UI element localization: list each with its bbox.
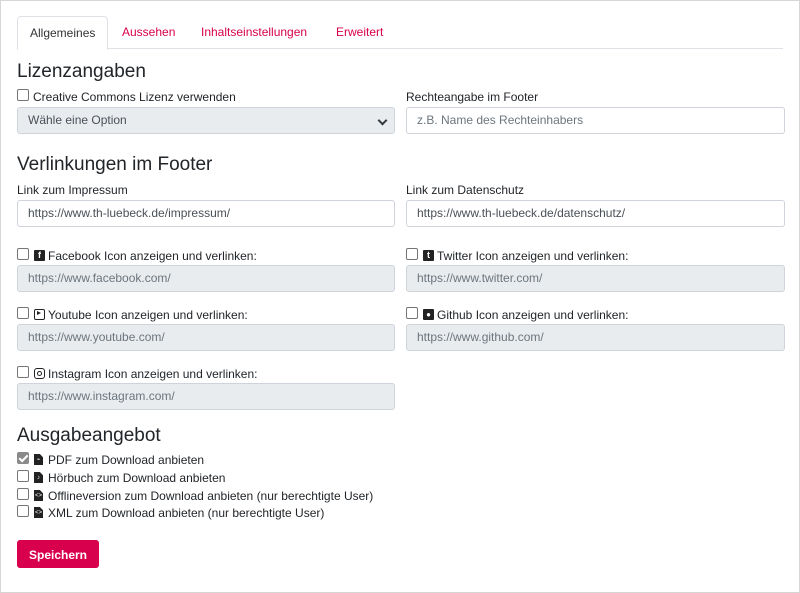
youtube-icon: [34, 309, 45, 320]
cc-license-label: Creative Commons Lizenz verwenden: [33, 90, 236, 104]
code-file-icon: <>: [34, 507, 43, 518]
xml-label: XML zum Download anbieten (nur berechtig…: [48, 506, 325, 520]
license-select[interactable]: Wähle eine Option: [17, 107, 395, 134]
github-input[interactable]: https://www.github.com/: [406, 324, 785, 351]
save-button[interactable]: Speichern: [17, 540, 99, 568]
privacy-input[interactable]: https://www.th-luebeck.de/datenschutz/: [406, 200, 785, 227]
facebook-checkbox[interactable]: [17, 248, 29, 260]
license-heading: Lizenzangaben: [17, 61, 146, 82]
chevron-down-icon: [377, 115, 388, 126]
github-icon: ●: [423, 309, 434, 320]
twitter-icon: t: [423, 250, 434, 261]
twitter-label: Twitter Icon anzeigen und verlinken:: [437, 249, 629, 263]
facebook-input[interactable]: https://www.facebook.com/: [17, 265, 395, 292]
audio-file-icon: ♪: [34, 472, 43, 483]
youtube-checkbox[interactable]: [17, 307, 29, 319]
offline-label: Offlineversion zum Download anbieten (nu…: [48, 489, 374, 503]
tab-bar: Allgemeines Aussehen Inhaltseinstellunge…: [17, 16, 783, 50]
links-heading: Verlinkungen im Footer: [17, 154, 213, 175]
audiobook-checkbox[interactable]: [17, 470, 29, 482]
xml-checkbox[interactable]: [17, 505, 29, 517]
cc-license-checkbox[interactable]: [17, 89, 29, 101]
rights-label: Rechteangabe im Footer: [406, 90, 539, 104]
pdf-file-icon: ⌁: [34, 454, 43, 465]
privacy-label: Link zum Datenschutz: [406, 183, 525, 197]
instagram-input[interactable]: https://www.instagram.com/: [17, 383, 395, 410]
tab-inhaltseinstellungen[interactable]: Inhaltseinstellungen: [189, 16, 319, 49]
imprint-label: Link zum Impressum: [17, 183, 128, 197]
github-label: Github Icon anzeigen und verlinken:: [437, 308, 629, 322]
license-select-value: Wähle eine Option: [28, 113, 127, 127]
facebook-icon: f: [34, 250, 45, 261]
instagram-icon: [34, 368, 45, 379]
facebook-label: Facebook Icon anzeigen und verlinken:: [48, 249, 257, 263]
github-checkbox[interactable]: [406, 307, 418, 319]
offline-checkbox[interactable]: [17, 488, 29, 500]
pdf-label: PDF zum Download anbieten: [48, 453, 205, 467]
tab-erweitert[interactable]: Erweitert: [324, 16, 395, 49]
output-heading: Ausgabeangebot: [17, 425, 161, 446]
audiobook-label: Hörbuch zum Download anbieten: [48, 471, 226, 485]
instagram-label: Instagram Icon anzeigen und verlinken:: [48, 367, 258, 381]
youtube-label: Youtube Icon anzeigen und verlinken:: [48, 308, 248, 322]
tab-allgemeines[interactable]: Allgemeines: [17, 16, 109, 50]
rights-input[interactable]: z.B. Name des Rechteinhabers: [406, 107, 785, 134]
twitter-checkbox[interactable]: [406, 248, 418, 260]
instagram-checkbox[interactable]: [17, 366, 29, 378]
settings-panel: Allgemeines Aussehen Inhaltseinstellunge…: [0, 0, 800, 593]
youtube-input[interactable]: https://www.youtube.com/: [17, 324, 395, 351]
twitter-input[interactable]: https://www.twitter.com/: [406, 265, 785, 292]
pdf-checkbox[interactable]: [17, 452, 29, 464]
tab-aussehen[interactable]: Aussehen: [110, 16, 187, 49]
code-file-icon: <>: [34, 490, 43, 501]
imprint-input[interactable]: https://www.th-luebeck.de/impressum/: [17, 200, 395, 227]
